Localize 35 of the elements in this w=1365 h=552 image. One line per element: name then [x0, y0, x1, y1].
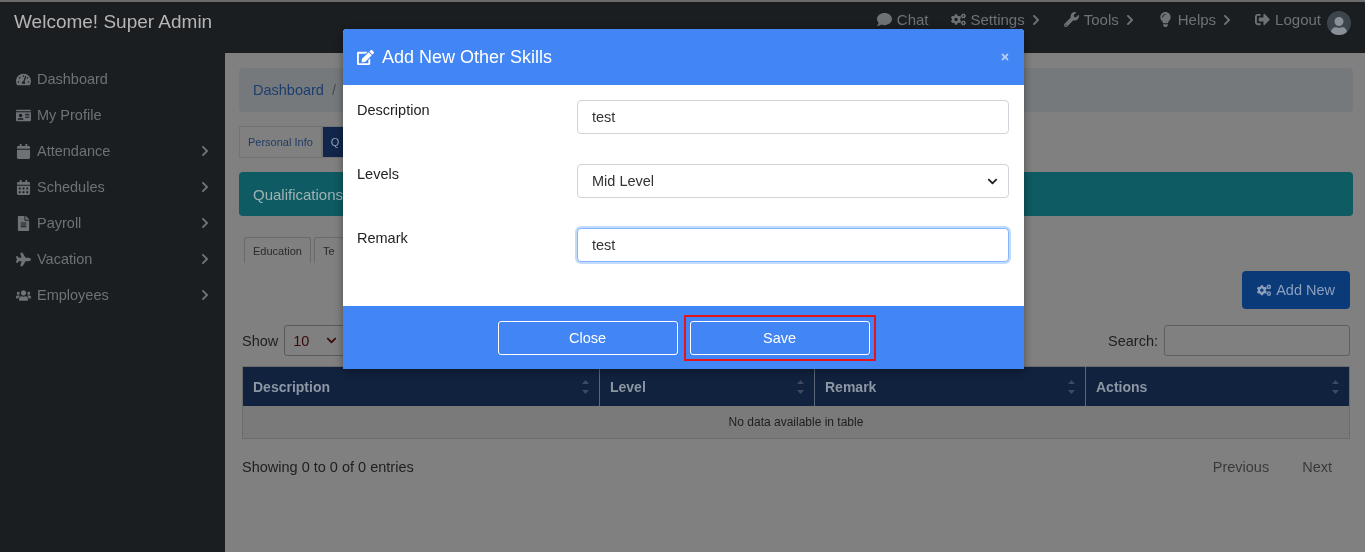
pagination-link[interactable]: Previous: [1212, 459, 1270, 475]
show-label: Show: [242, 332, 279, 349]
nav-link[interactable]: Helps: [1157, 11, 1234, 28]
sidebar-item[interactable]: My Profile: [0, 97, 225, 133]
level-select[interactable]: Mid Level: [577, 164, 1009, 198]
app-title: Welcome! Super Admin: [14, 11, 214, 33]
close-button[interactable]: Close: [497, 320, 678, 355]
table-info: Showing 0 to 0 of 0 entries: [242, 459, 414, 475]
search-label: Search:: [1108, 332, 1158, 349]
input-field[interactable]: test: [577, 100, 1009, 134]
nav-link[interactable]: Logout: [1255, 11, 1321, 28]
sidebar-item[interactable]: Vacation: [0, 241, 225, 277]
field-label: Description: [357, 101, 431, 118]
sidebar-item[interactable]: Schedules: [0, 169, 225, 205]
section-title: Qualifications: [253, 185, 344, 203]
add-new-button[interactable]: Add New: [1241, 271, 1350, 309]
breadcrumb-separator: /: [331, 82, 336, 98]
breadcrumb-link[interactable]: Dashboard: [253, 82, 324, 98]
field-label: Remark: [357, 229, 409, 246]
sidebar-item[interactable]: Dashboard: [0, 61, 225, 97]
nav-link[interactable]: Settings: [950, 11, 1042, 28]
modal-title: Add New Other Skills: [382, 46, 554, 68]
save-button[interactable]: Save: [689, 320, 870, 355]
sidebar-item[interactable]: Attendance: [0, 133, 225, 169]
field-label: Levels: [357, 165, 400, 182]
nav-link[interactable]: Tools: [1063, 11, 1136, 28]
input-field[interactable]: test: [577, 228, 1009, 262]
pagination-link[interactable]: Next: [1302, 459, 1332, 475]
sidebar-item[interactable]: Employees: [0, 277, 225, 313]
nav-link[interactable]: Chat: [876, 11, 929, 28]
tab[interactable]: Personal Info: [239, 126, 322, 158]
column-header[interactable]: Description: [243, 367, 599, 406]
tab[interactable]: Education: [244, 237, 311, 263]
empty-table-message: No data available in table: [243, 406, 1349, 438]
sidebar-item[interactable]: Payroll: [0, 205, 225, 241]
